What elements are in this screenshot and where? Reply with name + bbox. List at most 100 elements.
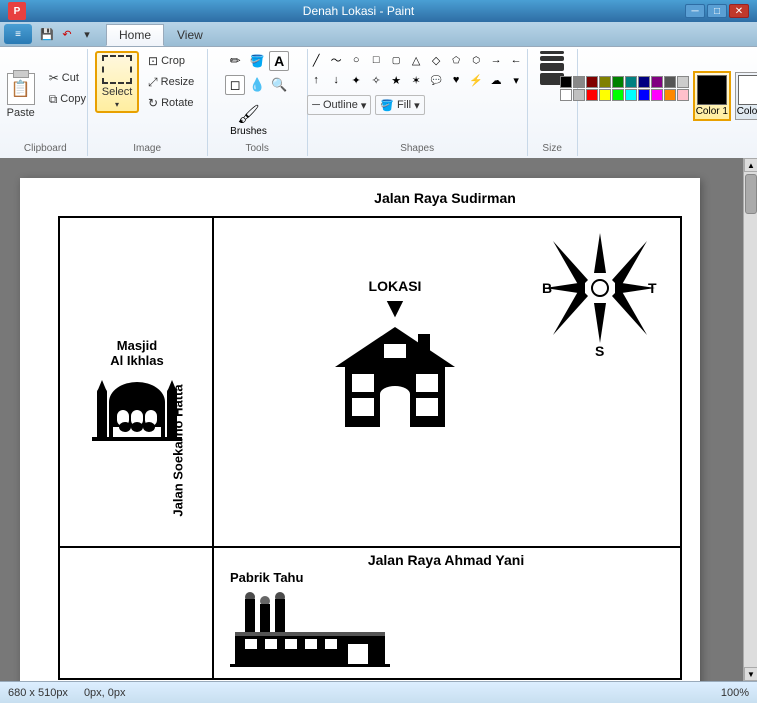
paste-button[interactable]: 📋 Paste xyxy=(0,69,42,123)
border-right xyxy=(680,216,682,680)
triangle-shape[interactable]: △ xyxy=(407,51,425,69)
oval-shape[interactable]: ○ xyxy=(347,51,365,69)
mosque-name: MasjidAl Ikhlas xyxy=(110,338,163,368)
vertical-scrollbar[interactable]: ▲ ▼ xyxy=(743,158,757,681)
color-orange[interactable] xyxy=(664,89,676,101)
color-darkred[interactable] xyxy=(586,76,598,88)
pabrik-area: Pabrik Tahu xyxy=(230,570,430,674)
line-shape[interactable]: ╱ xyxy=(307,51,325,69)
select-button[interactable]: Select ▾ xyxy=(95,51,139,113)
outline-dropdown[interactable]: ─ Outline ▾ xyxy=(307,95,371,115)
pentagon-shape[interactable]: ⬠ xyxy=(447,51,465,69)
factory-svg xyxy=(230,589,390,669)
scroll-up-arrow[interactable]: ▲ xyxy=(744,158,757,172)
undo-quick-btn[interactable]: ↶ xyxy=(58,25,76,43)
fill-dropdown[interactable]: 🪣 Fill ▾ xyxy=(375,95,424,115)
color2-button[interactable]: Color 2 xyxy=(735,72,757,120)
more-shapes[interactable]: ▾ xyxy=(507,71,525,89)
brushes-button[interactable]: 🖌 Brushes xyxy=(225,99,272,140)
color-lightgray[interactable] xyxy=(677,76,689,88)
canvas: Jalan Raya Sudirman Jalan Soekarno Hatta… xyxy=(20,178,700,681)
resize-icon: ⤢ xyxy=(148,75,158,90)
4arrow-shape[interactable]: ✦ xyxy=(347,71,365,89)
dropdown-quick-btn[interactable]: ▾ xyxy=(78,25,96,43)
up-arrow-shape[interactable]: ↑ xyxy=(307,71,325,89)
copy-button[interactable]: ⧉ Copy xyxy=(44,89,91,109)
lightning-shape[interactable]: ⚡ xyxy=(467,71,485,89)
status-bar: 680 x 510px 0px, 0px 100% xyxy=(0,681,757,703)
color-darkgreen[interactable] xyxy=(612,76,624,88)
tab-home[interactable]: Home xyxy=(106,24,164,46)
fill-tool[interactable]: 🪣 xyxy=(247,51,267,71)
color-teal[interactable] xyxy=(625,76,637,88)
rounded-rect-shape[interactable]: ▢ xyxy=(387,51,405,69)
color-blue[interactable] xyxy=(638,89,650,101)
app-icon: P xyxy=(8,2,26,20)
lokasi-arrow: ▼ xyxy=(330,294,460,322)
clipboard-label: Clipboard xyxy=(4,143,87,154)
callout-shape[interactable]: 💬 xyxy=(427,71,445,89)
color-red[interactable] xyxy=(586,89,598,101)
resize-button[interactable]: ⤢ Resize xyxy=(143,72,199,92)
heart-shape[interactable]: ♥ xyxy=(447,71,465,89)
star5-shape[interactable]: ★ xyxy=(387,71,405,89)
image-group: Select ▾ ⊡ Crop ⤢ Resize ↻ xyxy=(88,49,208,156)
magnifier-tool[interactable]: 🔍 xyxy=(269,75,289,95)
close-btn[interactable]: ✕ xyxy=(729,4,749,18)
eraser-tool[interactable]: ◻ xyxy=(225,75,245,95)
rect-shape[interactable]: □ xyxy=(367,51,385,69)
road-top-label: Jalan Raya Sudirman xyxy=(374,190,516,206)
save-quick-btn[interactable]: 💾 xyxy=(38,25,56,43)
color-cyan[interactable] xyxy=(625,89,637,101)
shapes-label: Shapes xyxy=(308,143,527,154)
color-pink[interactable] xyxy=(677,89,689,101)
right-arrow-shape[interactable]: → xyxy=(487,51,505,69)
diamond-shape[interactable]: ◇ xyxy=(427,51,445,69)
pencil-tool[interactable]: ✏ xyxy=(225,51,245,71)
left-arrow-shape[interactable]: ← xyxy=(507,51,525,69)
scissors-icon: ✂ xyxy=(49,71,59,85)
status-zoom: 100% xyxy=(721,687,749,699)
color-white[interactable] xyxy=(560,89,572,101)
text-tool[interactable]: A xyxy=(269,51,289,71)
color-black[interactable] xyxy=(560,76,572,88)
cut-button[interactable]: ✂ Cut xyxy=(44,68,91,88)
curve-shape[interactable]: 〜 xyxy=(327,51,345,69)
canvas-container[interactable]: Jalan Raya Sudirman Jalan Soekarno Hatta… xyxy=(0,158,743,681)
color-magenta[interactable] xyxy=(651,89,663,101)
down-arrow-shape[interactable]: ↓ xyxy=(327,71,345,89)
color-navy[interactable] xyxy=(638,76,650,88)
border-bottom xyxy=(58,678,682,680)
cloud-shape[interactable]: ☁ xyxy=(487,71,505,89)
shapes-group: ╱ 〜 ○ □ ▢ △ ◇ ⬠ ⬡ → ← ↑ ↓ ✦ ✧ ★ xyxy=(308,49,528,156)
app-menu-btn[interactable]: ≡ xyxy=(4,24,32,44)
color-darkgray[interactable] xyxy=(664,76,676,88)
title-text: Denah Lokasi - Paint xyxy=(32,4,685,18)
color-olive[interactable] xyxy=(599,76,611,88)
copy-icon: ⧉ xyxy=(49,92,58,107)
ribbon-content: 📋 Paste ✂ Cut ⧉ Copy Clipboard xyxy=(0,46,757,158)
svg-text:T: T xyxy=(648,280,657,296)
window-controls: ─ □ ✕ xyxy=(685,4,749,18)
tab-view[interactable]: View xyxy=(164,24,216,45)
crop-button[interactable]: ⊡ Crop xyxy=(143,51,199,71)
dropper-tool[interactable]: 💧 xyxy=(247,75,267,95)
image-label: Image xyxy=(88,143,207,154)
scroll-down-arrow[interactable]: ▼ xyxy=(744,667,757,681)
minimize-btn[interactable]: ─ xyxy=(685,4,705,18)
color-yellow[interactable] xyxy=(599,89,611,101)
color1-button[interactable]: Color 1 xyxy=(693,71,731,121)
color-lime[interactable] xyxy=(612,89,624,101)
road-bottom-label: Jalan Raya Ahmad Yani xyxy=(368,552,524,568)
color-silver[interactable] xyxy=(573,89,585,101)
hexagon-shape[interactable]: ⬡ xyxy=(467,51,485,69)
color-purple[interactable] xyxy=(651,76,663,88)
color-gray[interactable] xyxy=(573,76,585,88)
scroll-thumb[interactable] xyxy=(745,174,757,214)
star4-shape[interactable]: ✧ xyxy=(367,71,385,89)
rotate-button[interactable]: ↻ Rotate xyxy=(143,93,199,113)
maximize-btn[interactable]: □ xyxy=(707,4,727,18)
lokasi-area: LOKASI ▼ xyxy=(330,278,460,437)
main-content: Jalan Raya Sudirman Jalan Soekarno Hatta… xyxy=(0,158,757,681)
star6-shape[interactable]: ✶ xyxy=(407,71,425,89)
